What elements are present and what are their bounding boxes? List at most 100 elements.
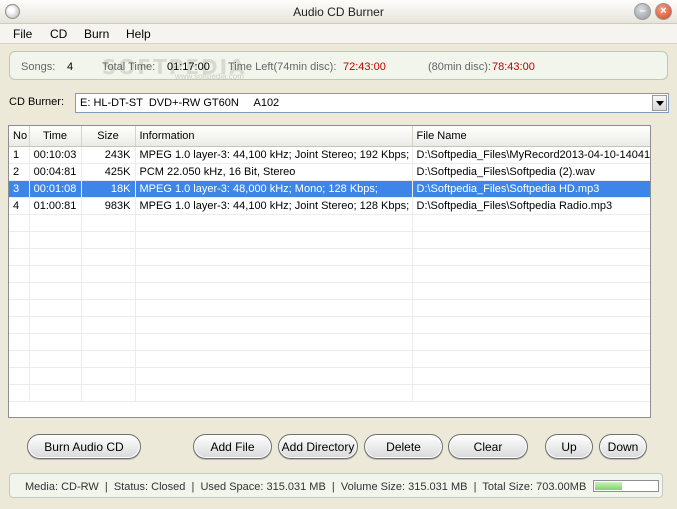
empty-cell bbox=[412, 384, 650, 402]
menu-help[interactable]: Help bbox=[126, 27, 151, 41]
empty-row bbox=[9, 248, 650, 266]
burn-audio-cd-button[interactable]: Burn Audio CD bbox=[27, 434, 141, 459]
empty-row bbox=[9, 316, 650, 334]
table-header-row: No Time Size Information File Name bbox=[9, 126, 650, 147]
move-up-button[interactable]: Up bbox=[545, 434, 593, 459]
empty-cell bbox=[135, 367, 413, 385]
empty-cell bbox=[81, 214, 136, 232]
menu-bar: File CD Burn Help bbox=[0, 24, 677, 44]
time-left-80-value: 78:43:00 bbox=[492, 61, 535, 73]
window-title: Audio CD Burner bbox=[293, 5, 384, 19]
empty-cell bbox=[29, 316, 82, 334]
cell-information: PCM 22.050 kHz, 16 Bit, Stereo bbox=[135, 163, 413, 181]
column-header-size[interactable]: Size bbox=[81, 126, 136, 147]
empty-cell bbox=[412, 367, 650, 385]
clear-button[interactable]: Clear bbox=[448, 434, 528, 459]
empty-row bbox=[9, 299, 650, 317]
empty-cell bbox=[29, 248, 82, 266]
space-usage-meter bbox=[593, 480, 659, 492]
empty-cell bbox=[135, 282, 413, 300]
cell-file-name: D:\Softpedia_Files\Softpedia HD.mp3 bbox=[412, 180, 650, 198]
chevron-down-icon[interactable] bbox=[652, 95, 667, 111]
softpedia-watermark-url: www.softpedia.com bbox=[175, 72, 244, 81]
empty-cell bbox=[9, 350, 30, 368]
empty-row bbox=[9, 384, 650, 402]
empty-cell bbox=[135, 248, 413, 266]
cell-size: 425K bbox=[81, 163, 136, 181]
cell-no: 2 bbox=[9, 163, 30, 181]
cell-no: 4 bbox=[9, 197, 30, 215]
empty-cell bbox=[135, 214, 413, 232]
cell-information: MPEG 1.0 layer-3: 44,100 kHz; Joint Ster… bbox=[135, 146, 413, 164]
empty-cell bbox=[412, 282, 650, 300]
empty-cell bbox=[135, 231, 413, 249]
cd-burner-label: CD Burner: bbox=[9, 96, 65, 108]
empty-row bbox=[9, 265, 650, 283]
empty-cell bbox=[9, 231, 30, 249]
empty-cell bbox=[9, 248, 30, 266]
menu-burn[interactable]: Burn bbox=[84, 27, 109, 41]
empty-cell bbox=[135, 316, 413, 334]
cd-burner-select[interactable]: E: HL-DT-ST DVD+-RW GT60N A102 bbox=[75, 93, 669, 113]
menu-file[interactable]: File bbox=[13, 27, 32, 41]
empty-cell bbox=[412, 214, 650, 232]
table-row[interactable]: 3 00:01:08 18K MPEG 1.0 layer-3: 48,000 kHz… bbox=[9, 180, 650, 198]
minimize-button[interactable]: – bbox=[634, 3, 651, 20]
cell-file-name: D:\Softpedia_Files\Softpedia (2).wav bbox=[412, 163, 650, 181]
table-row[interactable]: 1 00:10:03 243K MPEG 1.0 layer-3: 44,100 kH… bbox=[9, 146, 650, 164]
empty-cell bbox=[9, 367, 30, 385]
empty-cell bbox=[412, 350, 650, 368]
column-header-time[interactable]: Time bbox=[29, 126, 82, 147]
cell-size: 983K bbox=[81, 197, 136, 215]
cell-information: MPEG 1.0 layer-3: 44,100 kHz; Joint Ster… bbox=[135, 197, 413, 215]
cd-burner-value: E: HL-DT-ST DVD+-RW GT60N A102 bbox=[80, 97, 280, 109]
empty-cell bbox=[412, 299, 650, 317]
empty-cell bbox=[9, 333, 30, 351]
table-row[interactable]: 4 01:00:81 983K MPEG 1.0 layer-3: 44,100 kH… bbox=[9, 197, 650, 215]
menu-cd[interactable]: CD bbox=[50, 27, 67, 41]
column-header-information[interactable]: Information bbox=[135, 126, 413, 147]
time-left-74-label: Time Left(74min disc): bbox=[228, 61, 337, 73]
cell-no: 1 bbox=[9, 146, 30, 164]
total-time-label: Total Time: bbox=[102, 61, 156, 73]
cell-file-name: D:\Softpedia_Files\Softpedia Radio.mp3 bbox=[412, 197, 650, 215]
table-side-strip bbox=[651, 125, 668, 418]
empty-row bbox=[9, 282, 650, 300]
empty-cell bbox=[29, 333, 82, 351]
column-header-file-name[interactable]: File Name bbox=[412, 126, 650, 147]
table-row[interactable]: 2 00:04:81 425K PCM 22.050 kHz, 16 Bit, Ste… bbox=[9, 163, 650, 181]
disc-stats-panel: SOFTPEDIA www.softpedia.com Songs: 4 Tot… bbox=[9, 51, 668, 81]
empty-cell bbox=[81, 316, 136, 334]
time-left-74-value: 72:43:00 bbox=[343, 61, 386, 73]
cell-time: 00:01:08 bbox=[29, 180, 82, 198]
empty-cell bbox=[81, 265, 136, 283]
status-bar: Media: CD-RW | Status: Closed | Used Spa… bbox=[9, 473, 663, 498]
empty-cell bbox=[412, 265, 650, 283]
empty-cell bbox=[29, 231, 82, 249]
empty-cell bbox=[81, 367, 136, 385]
column-header-no[interactable]: No bbox=[9, 126, 30, 147]
track-list: No Time Size Information File Name 1 00:1… bbox=[8, 125, 651, 418]
empty-cell bbox=[135, 384, 413, 402]
empty-cell bbox=[81, 350, 136, 368]
close-button[interactable]: × bbox=[655, 3, 672, 20]
empty-cell bbox=[29, 214, 82, 232]
empty-cell bbox=[135, 299, 413, 317]
empty-cell bbox=[29, 350, 82, 368]
track-table-body: 1 00:10:03 243K MPEG 1.0 layer-3: 44,100 kH… bbox=[9, 146, 650, 402]
empty-cell bbox=[412, 231, 650, 249]
move-down-button[interactable]: Down bbox=[599, 434, 647, 459]
empty-cell bbox=[412, 333, 650, 351]
empty-cell bbox=[9, 384, 30, 402]
add-directory-button[interactable]: Add Directory bbox=[278, 434, 358, 459]
empty-cell bbox=[412, 316, 650, 334]
empty-cell bbox=[81, 231, 136, 249]
cell-time: 01:00:81 bbox=[29, 197, 82, 215]
empty-cell bbox=[9, 214, 30, 232]
total-time-value: 01:17:00 bbox=[167, 61, 210, 73]
empty-cell bbox=[29, 299, 82, 317]
cell-size: 18K bbox=[81, 180, 136, 198]
delete-button[interactable]: Delete bbox=[364, 434, 443, 459]
track-table: No Time Size Information File Name 1 00:1… bbox=[9, 126, 650, 402]
add-file-button[interactable]: Add File bbox=[193, 434, 272, 459]
